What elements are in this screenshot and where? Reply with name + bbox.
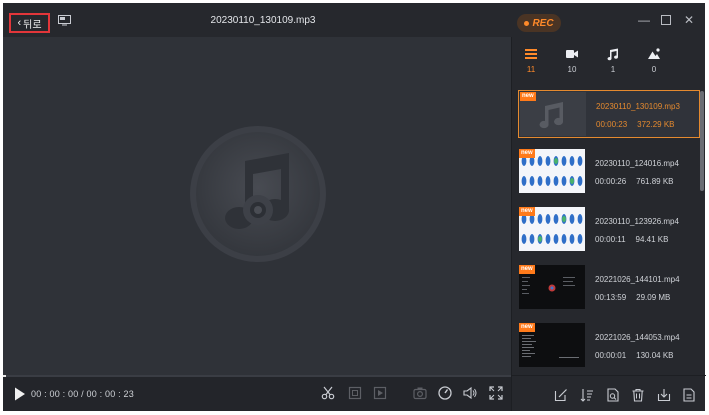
recording-thumbnail: new: [519, 149, 585, 193]
recording-name: 20230110_123926.mp4: [595, 217, 679, 226]
recording-item[interactable]: new 20221026_144053.mp4 00:00:01 130.04 K…: [518, 322, 700, 370]
time-display: 00 : 00 : 00 / 00 : 00 : 23: [31, 389, 134, 399]
new-badge: new: [520, 92, 536, 101]
music-note-icon: [607, 48, 619, 61]
close-icon[interactable]: ✕: [682, 13, 696, 27]
file-search-icon[interactable]: [606, 388, 620, 402]
file-title: 20230110_130109.mp3: [210, 15, 316, 26]
play-icon[interactable]: [14, 387, 26, 401]
recording-size: 761.89 KB: [636, 177, 674, 186]
recording-size: 372.29 KB: [637, 120, 675, 129]
filter-all[interactable]: 11: [516, 47, 546, 74]
recording-name: 20221026_144053.mp4: [595, 333, 680, 342]
rec-button[interactable]: REC: [517, 14, 561, 32]
recording-item[interactable]: new 20230110_124016.mp4 00:00:26 761.89 K…: [518, 148, 700, 196]
player-window: ‹ 뒤로 20230110_130109.mp3 REC — ✕ 00: 00…: [3, 3, 706, 411]
count-video: 10: [567, 65, 577, 74]
count-image: 0: [651, 65, 657, 74]
recording-item[interactable]: new 20221026_144101.mp4 00:13:59 29.09 MB: [518, 264, 700, 312]
export-icon[interactable]: [682, 388, 696, 402]
recording-thumbnail: new: [519, 207, 585, 251]
rec-label: REC: [532, 17, 554, 29]
recording-size: 94.41 KB: [635, 235, 669, 244]
playback-bar: 00 : 00 : 00 / 00 : 00 : 23: [3, 375, 511, 411]
minimize-icon[interactable]: —: [637, 13, 651, 27]
recording-size: 130.04 KB: [636, 351, 674, 360]
fullscreen-icon[interactable]: [489, 386, 503, 400]
recording-duration: 00:00:01: [595, 351, 627, 360]
recording-thumbnail: new: [520, 92, 586, 136]
recording-duration: 00:00:11: [595, 235, 626, 244]
recording-item[interactable]: new 20230110_123926.mp4 00:00:11 94.41 KB: [518, 206, 700, 254]
recording-name: 20230110_124016.mp4: [595, 159, 679, 168]
record-dot-icon: [524, 20, 530, 26]
edit-icon[interactable]: [554, 388, 568, 402]
delete-icon[interactable]: [631, 388, 645, 402]
sort-icon[interactable]: [580, 388, 594, 402]
image-icon: [648, 48, 660, 59]
trim-scissors-icon[interactable]: [321, 386, 335, 400]
recording-thumbnail: new: [519, 265, 585, 309]
speed-gauge-icon[interactable]: [438, 386, 452, 400]
preview-area: [3, 37, 511, 375]
maximize-icon[interactable]: [659, 13, 673, 27]
crop-icon[interactable]: [348, 386, 362, 400]
recording-name: 20221026_144101.mp4: [595, 275, 680, 284]
recordings-panel: 11 10 1 0 new 20230110_130109.mp3 00:00:…: [511, 37, 706, 411]
audio-disc-icon: [190, 126, 326, 262]
panel-toolbar: [512, 375, 706, 411]
recordings-list: new 20230110_130109.mp3 00:00:23 372.29 K…: [512, 87, 706, 379]
filter-image[interactable]: 0: [639, 47, 669, 74]
count-audio: 1: [610, 65, 616, 74]
progress-bar[interactable]: [3, 375, 511, 377]
recording-duration: 00:13:59: [595, 293, 627, 302]
filter-video[interactable]: 10: [557, 47, 587, 74]
export-frame-icon[interactable]: [373, 386, 387, 400]
count-all: 11: [526, 65, 536, 74]
recording-duration: 00:00:26: [595, 177, 627, 186]
filter-audio[interactable]: 1: [598, 47, 628, 74]
title-bar: ‹ 뒤로 20230110_130109.mp3 REC — ✕: [3, 3, 705, 37]
new-badge: new: [519, 207, 535, 216]
progress-fill: [3, 375, 6, 377]
new-badge: new: [519, 323, 535, 332]
recording-thumbnail: new: [519, 323, 585, 367]
recording-name: 20230110_130109.mp3: [596, 102, 680, 111]
video-camera-icon: [566, 50, 578, 58]
recording-duration: 00:00:23: [596, 120, 628, 129]
list-scrollbar[interactable]: [700, 91, 704, 191]
import-icon[interactable]: [657, 388, 671, 402]
recording-item[interactable]: new 20230110_130109.mp3 00:00:23 372.29 K…: [518, 90, 700, 138]
screenshot-camera-icon[interactable]: [413, 386, 427, 400]
recording-size: 29.09 MB: [636, 293, 671, 302]
volume-icon[interactable]: [463, 386, 477, 400]
new-badge: new: [519, 149, 535, 158]
new-badge: new: [519, 265, 535, 274]
list-icon: [525, 49, 537, 59]
